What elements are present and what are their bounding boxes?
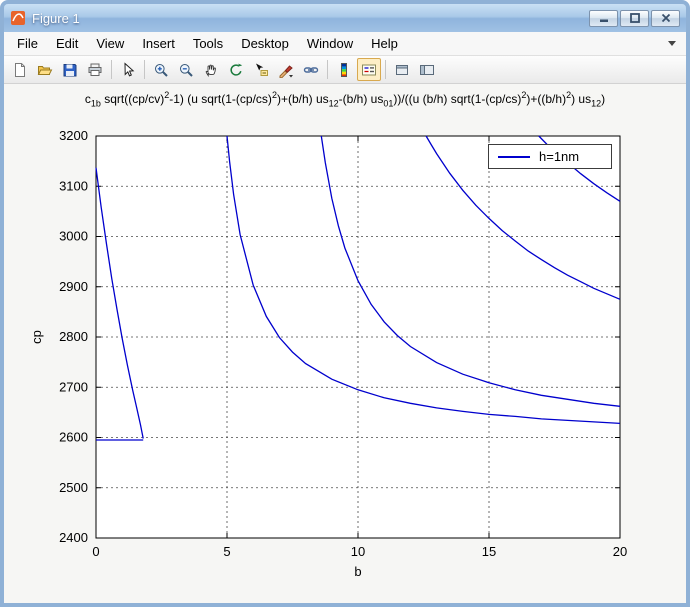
close-button[interactable]	[651, 9, 680, 27]
rotate-3d-button[interactable]	[224, 58, 248, 81]
window-title: Figure 1	[32, 10, 80, 26]
insert-legend-button[interactable]	[357, 58, 381, 81]
y-tick-label: 2800	[59, 329, 88, 344]
maximize-icon	[629, 13, 640, 23]
pan-button[interactable]	[199, 58, 223, 81]
zoom-in-icon	[155, 63, 168, 77]
legend-label: h=1nm	[539, 149, 580, 164]
show-plot-tools-icon	[420, 64, 434, 75]
dropdown-arrow-icon	[289, 74, 293, 77]
legend-box[interactable]: h=1nm	[488, 144, 612, 169]
data-cursor-icon	[256, 63, 268, 76]
window-controls	[589, 9, 680, 27]
show-plot-tools-button[interactable]	[415, 58, 439, 81]
x-tick-label: 0	[92, 544, 99, 559]
menubar: File Edit View Insert Tools Desktop Wind…	[4, 32, 686, 56]
insert-colorbar-button[interactable]	[332, 58, 356, 81]
pan-hand-icon	[205, 64, 216, 77]
link-plot-icon	[303, 66, 319, 73]
menu-item-file[interactable]: File	[8, 33, 47, 54]
brush-data-button[interactable]	[274, 58, 298, 81]
minimize-button[interactable]	[589, 9, 618, 27]
x-tick-label: 10	[351, 544, 365, 559]
x-tick-label: 5	[223, 544, 230, 559]
menu-item-window[interactable]: Window	[298, 33, 362, 54]
y-tick-label: 2400	[59, 530, 88, 545]
menu-item-insert[interactable]: Insert	[133, 33, 184, 54]
menu-item-help[interactable]: Help	[362, 33, 407, 54]
legend-line-sample	[498, 155, 530, 158]
minimize-icon	[599, 19, 608, 22]
menu-overflow-icon[interactable]	[668, 41, 676, 46]
toolbar	[4, 56, 686, 84]
toolbar-separator	[385, 60, 386, 79]
y-axis-label: cp	[29, 330, 44, 344]
brush-icon	[279, 64, 293, 78]
data-cursor-button[interactable]	[249, 58, 273, 81]
menu-item-desktop[interactable]: Desktop	[232, 33, 298, 54]
y-tick-label: 2500	[59, 480, 88, 495]
save-figure-button[interactable]	[58, 58, 82, 81]
y-tick-label: 2900	[59, 279, 88, 294]
menu-item-edit[interactable]: Edit	[47, 33, 87, 54]
save-icon	[63, 63, 77, 76]
y-tick-label: 3100	[59, 178, 88, 193]
link-plot-button[interactable]	[299, 58, 323, 81]
new-figure-button[interactable]	[8, 58, 32, 81]
titlebar[interactable]: Figure 1	[4, 4, 686, 32]
zoom-out-icon	[180, 63, 193, 77]
matlab-figure-icon	[10, 10, 26, 26]
edit-plot-button[interactable]	[116, 58, 140, 81]
x-tick-label: 15	[482, 544, 496, 559]
y-tick-label: 3200	[59, 128, 88, 143]
rotate-3d-icon	[230, 63, 243, 76]
menu-item-view[interactable]: View	[87, 33, 133, 54]
x-tick-label: 20	[613, 544, 627, 559]
y-tick-label: 3000	[59, 229, 88, 244]
edit-arrow-icon	[124, 61, 135, 76]
x-axis-label: b	[354, 564, 361, 579]
hide-plot-tools-button[interactable]	[390, 58, 414, 81]
print-icon	[88, 63, 102, 76]
y-tick-label: 2700	[59, 379, 88, 394]
open-file-button[interactable]	[33, 58, 57, 81]
menu-item-tools[interactable]: Tools	[184, 33, 232, 54]
toolbar-separator	[144, 60, 145, 79]
zoom-out-button[interactable]	[174, 58, 198, 81]
figure-canvas: c1b sqrt((cp/cv)2-1) (u sqrt(1-(cp/cs)2)…	[4, 84, 686, 603]
open-file-icon	[37, 65, 53, 75]
toolbar-separator	[111, 60, 112, 79]
colorbar-icon	[341, 62, 347, 77]
maximize-button[interactable]	[620, 9, 649, 27]
new-figure-icon	[15, 62, 25, 77]
legend-icon	[362, 64, 376, 75]
figure-window: Figure 1 File Edit View Insert Tools Des…	[0, 0, 690, 607]
hide-plot-tools-icon	[396, 64, 408, 75]
close-icon	[661, 13, 670, 23]
print-figure-button[interactable]	[83, 58, 107, 81]
zoom-in-button[interactable]	[149, 58, 173, 81]
toolbar-separator	[327, 60, 328, 79]
y-tick-label: 2600	[59, 430, 88, 445]
